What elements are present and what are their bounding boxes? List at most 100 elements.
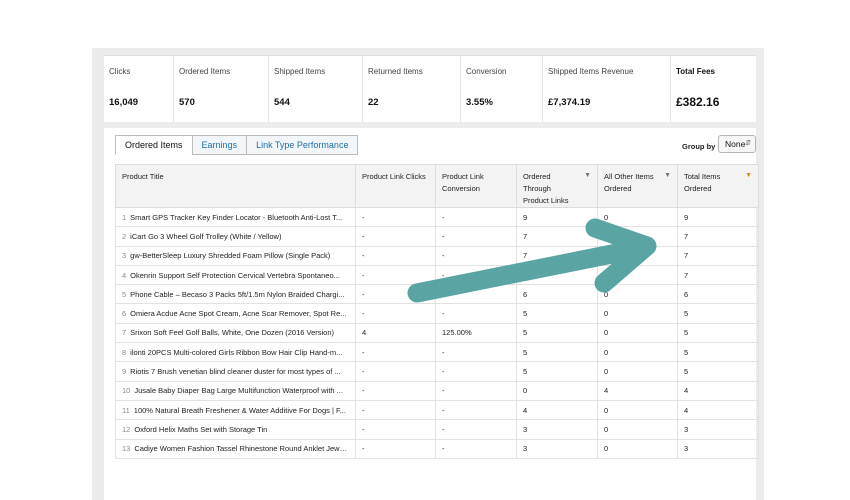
group-by-label: Group by — [682, 142, 716, 151]
stat-value: 570 — [179, 97, 195, 108]
cell-total-items: 5 — [677, 303, 759, 324]
group-by-select[interactable]: None ⇵ — [718, 135, 756, 153]
cell-all-other-items: 4 — [597, 380, 678, 401]
cell-link-conversion: - — [435, 380, 517, 401]
col-all-other-items[interactable]: All Other Items Ordered ▼ — [597, 164, 678, 208]
cell-ordered-through-links: 3 — [516, 438, 598, 459]
cell-product-title[interactable]: 7 Srixon Soft Feel Golf Balls, White, One… — [115, 322, 356, 344]
stat-shipped-items: Shipped Items 544 — [269, 56, 363, 122]
product-title-link[interactable]: Oxford Helix Maths Set with Storage Tin — [134, 425, 267, 434]
product-title-link[interactable]: Srixon Soft Feel Golf Balls, White, One … — [130, 328, 334, 337]
cell-product-title[interactable]: 6 Omiera Acdue Acne Spot Cream, Acne Scar… — [115, 303, 356, 324]
cell-link-clicks: - — [355, 303, 436, 324]
stat-label: Total Fees — [676, 67, 715, 76]
report-panel: Clicks 16,049 Ordered Items 570 Shipped … — [92, 48, 764, 500]
cell-product-title[interactable]: 4 Okenrin Support Self Protection Cervica… — [115, 264, 356, 286]
table-row: 11 100% Natural Breath Freshener & Water … — [115, 399, 759, 421]
stat-label: Shipped Items — [274, 67, 326, 76]
cell-link-conversion: - — [435, 264, 517, 286]
col-product-link-clicks[interactable]: Product Link Clicks — [355, 164, 436, 208]
column-header-label: All Other Items Ordered — [604, 172, 654, 193]
table-row: 8 ilonti 20PCS Multi-colored Girls Ribbon… — [115, 342, 759, 363]
table-header-row: Product Title Product Link Clicks Produc… — [115, 164, 759, 208]
cell-link-clicks: - — [355, 419, 436, 440]
product-title-link[interactable]: Cadiye Women Fashion Tassel Rhinestone R… — [134, 444, 350, 453]
product-title-link[interactable]: ilonti 20PCS Multi-colored Girls Ribbon … — [130, 348, 342, 357]
table-row: 2 iCart Go 3 Wheel Golf Trolley (White / … — [115, 226, 759, 247]
product-title-link[interactable]: Jusale Baby Diaper Bag Large Multifuncti… — [134, 386, 343, 395]
row-index: 13 — [122, 444, 131, 454]
cell-link-clicks: - — [355, 380, 436, 401]
cell-product-title[interactable]: 10 Jusale Baby Diaper Bag Large Multifunc… — [115, 380, 356, 401]
column-header-label: Total Items Ordered — [684, 172, 721, 193]
cell-link-clicks: - — [355, 206, 436, 228]
cell-ordered-through-links: 7 — [516, 264, 598, 286]
cell-total-items: 7 — [677, 245, 759, 266]
cell-link-clicks: - — [355, 361, 436, 382]
table-row: 5 Phone Cable – Becaso 3 Packs 5ft/1.5m N… — [115, 284, 759, 305]
cell-link-conversion: - — [435, 438, 517, 459]
cell-product-title[interactable]: 8 ilonti 20PCS Multi-colored Girls Ribbon… — [115, 342, 356, 363]
product-title-link[interactable]: Phone Cable – Becaso 3 Packs 5ft/1.5m Ny… — [130, 290, 344, 299]
table-row: 4 Okenrin Support Self Protection Cervica… — [115, 264, 759, 286]
cell-product-title[interactable]: 3 gw-BetterSleep Luxury Shredded Foam Pil… — [115, 245, 356, 266]
product-title-link[interactable]: Okenrin Support Self Protection Cervical… — [130, 271, 340, 280]
stat-label: Ordered Items — [179, 67, 231, 76]
col-ordered-through-links[interactable]: Ordered Through Product Links ▼ — [516, 164, 598, 208]
product-title-link[interactable]: Smart GPS Tracker Key Finder Locator - B… — [130, 213, 342, 222]
stat-label: Conversion — [466, 67, 507, 76]
table-row: 12 Oxford Helix Maths Set with Storage Ti… — [115, 419, 759, 440]
cell-product-title[interactable]: 13 Cadiye Women Fashion Tassel Rhinestone… — [115, 438, 356, 459]
cell-link-conversion: 125.00% — [435, 322, 517, 344]
cell-link-conversion: - — [435, 342, 517, 363]
col-product-title[interactable]: Product Title — [115, 164, 356, 208]
stat-clicks: Clicks 16,049 — [104, 56, 174, 122]
cell-product-title[interactable]: 12 Oxford Helix Maths Set with Storage Ti… — [115, 419, 356, 440]
tab-earnings[interactable]: Earnings — [191, 135, 248, 155]
cell-ordered-through-links: 3 — [516, 419, 598, 440]
stat-shipped-revenue: Shipped Items Revenue £7,374.19 — [543, 56, 671, 122]
tab-link-type-performance[interactable]: Link Type Performance — [246, 135, 359, 155]
stat-value: 3.55% — [466, 97, 493, 108]
col-total-items-ordered[interactable]: Total Items Ordered ▼ — [677, 164, 759, 208]
row-index: 5 — [122, 289, 127, 299]
cell-link-clicks: - — [355, 342, 436, 363]
cell-product-title[interactable]: 9 Riotis 7 Brush venetian blind cleaner d… — [115, 361, 356, 382]
cell-link-clicks: - — [355, 264, 436, 286]
cell-all-other-items: 0 — [597, 206, 678, 228]
table-row: 6 Omiera Acdue Acne Spot Cream, Acne Scar… — [115, 303, 759, 324]
cell-ordered-through-links: 5 — [516, 303, 598, 324]
cell-all-other-items: 0 — [597, 438, 678, 459]
cell-product-title[interactable]: 11 100% Natural Breath Freshener & Water … — [115, 399, 356, 421]
product-title-link[interactable]: 100% Natural Breath Freshener & Water Ad… — [134, 406, 346, 415]
cell-all-other-items: 0 — [597, 226, 678, 247]
stat-returned-items: Returned Items 22 — [363, 56, 461, 122]
cell-all-other-items: 0 — [597, 399, 678, 421]
product-title-link[interactable]: iCart Go 3 Wheel Golf Trolley (White / Y… — [130, 232, 281, 241]
product-title-link[interactable]: Riotis 7 Brush venetian blind cleaner du… — [130, 367, 341, 376]
cell-product-title[interactable]: 1 Smart GPS Tracker Key Finder Locator - … — [115, 206, 356, 228]
cell-ordered-through-links: 5 — [516, 322, 598, 344]
row-index: 1 — [122, 212, 127, 222]
product-title-link[interactable]: Omiera Acdue Acne Spot Cream, Acne Scar … — [130, 309, 346, 318]
cell-link-clicks: - — [355, 284, 436, 305]
cell-link-clicks: - — [355, 438, 436, 459]
stat-conversion: Conversion 3.55% — [461, 56, 543, 122]
cell-all-other-items: 0 — [597, 419, 678, 440]
cell-product-title[interactable]: 5 Phone Cable – Becaso 3 Packs 5ft/1.5m N… — [115, 284, 356, 305]
col-product-link-conversion[interactable]: Product Link Conversion — [435, 164, 517, 208]
cell-ordered-through-links: 5 — [516, 342, 598, 363]
table-row: 13 Cadiye Women Fashion Tassel Rhinestone… — [115, 438, 759, 459]
product-title-link[interactable]: gw-BetterSleep Luxury Shredded Foam Pill… — [130, 251, 330, 260]
cell-total-items: 3 — [677, 419, 759, 440]
row-index: 6 — [122, 309, 127, 319]
cell-link-conversion: - — [435, 419, 517, 440]
cell-product-title[interactable]: 2 iCart Go 3 Wheel Golf Trolley (White / … — [115, 226, 356, 247]
stat-label: Returned Items — [368, 67, 423, 76]
row-index: 9 — [122, 367, 127, 377]
tab-ordered-items[interactable]: Ordered Items — [115, 135, 193, 155]
group-by-value: None — [725, 139, 746, 149]
cell-link-conversion: - — [435, 284, 517, 305]
cell-all-other-items: 0 — [597, 361, 678, 382]
cell-total-items: 3 — [677, 438, 759, 459]
